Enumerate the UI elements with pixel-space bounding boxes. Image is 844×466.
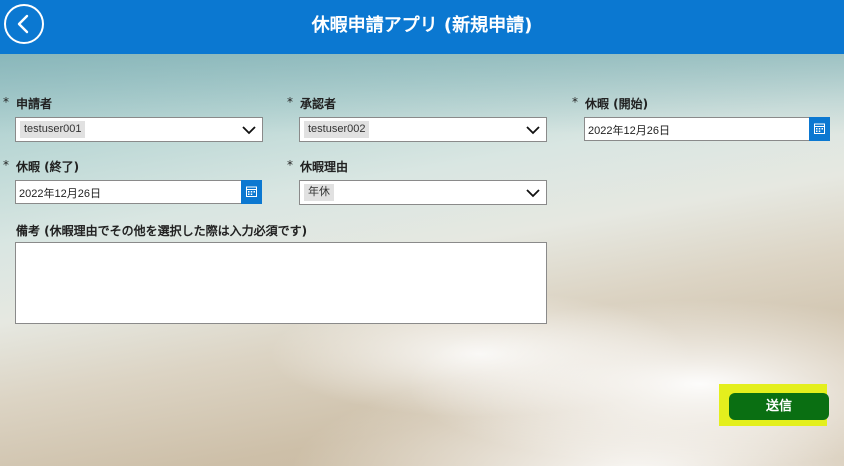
- chevron-down-icon: [526, 189, 540, 198]
- leave-reason-dropdown[interactable]: 年休: [299, 180, 547, 205]
- approver-label: * 承認者: [287, 95, 337, 112]
- calendar-icon: [246, 186, 257, 197]
- leave-end-calendar-button[interactable]: [241, 180, 262, 204]
- leave-start-calendar-button[interactable]: [809, 117, 830, 141]
- required-mark: *: [3, 158, 9, 172]
- leave-end-date-value: 2022年12月26日: [19, 188, 101, 200]
- leave-end-label-text: 休暇 (終了): [16, 160, 80, 174]
- approver-selected: testuser002: [304, 121, 370, 138]
- leave-start-label-text: 休暇 (開始): [585, 97, 649, 111]
- leave-start-date-field[interactable]: 2022年12月26日: [584, 117, 830, 141]
- applicant-dropdown[interactable]: testuser001: [15, 117, 263, 142]
- approver-label-text: 承認者: [300, 97, 337, 111]
- remarks-label: 備考 (休暇理由でその他を選択した際は入力必須です): [16, 224, 308, 238]
- calendar-icon: [814, 123, 825, 134]
- leave-end-date-field[interactable]: 2022年12月26日: [15, 180, 262, 204]
- chevron-down-icon: [526, 126, 540, 135]
- required-mark: *: [3, 95, 9, 109]
- leave-end-label: * 休暇 (終了): [3, 158, 80, 175]
- submit-button[interactable]: 送信: [729, 393, 829, 420]
- required-mark: *: [572, 95, 578, 109]
- remarks-textarea[interactable]: [15, 242, 547, 324]
- applicant-selected: testuser001: [20, 121, 86, 138]
- applicant-label: * 申請者: [3, 95, 53, 112]
- leave-reason-selected: 年休: [304, 184, 334, 201]
- applicant-label-text: 申請者: [16, 97, 53, 111]
- required-mark: *: [287, 158, 293, 172]
- leave-start-date-value: 2022年12月26日: [588, 125, 670, 137]
- app-header: 休暇申請アプリ (新規申請): [0, 0, 844, 54]
- leave-reason-label-text: 休暇理由: [300, 160, 349, 174]
- leave-reason-label: * 休暇理由: [287, 158, 349, 175]
- leave-start-label: * 休暇 (開始): [572, 95, 649, 112]
- page-title: 休暇申請アプリ (新規申請): [311, 15, 533, 36]
- approver-dropdown[interactable]: testuser002: [299, 117, 547, 142]
- required-mark: *: [287, 95, 293, 109]
- chevron-down-icon: [242, 126, 256, 135]
